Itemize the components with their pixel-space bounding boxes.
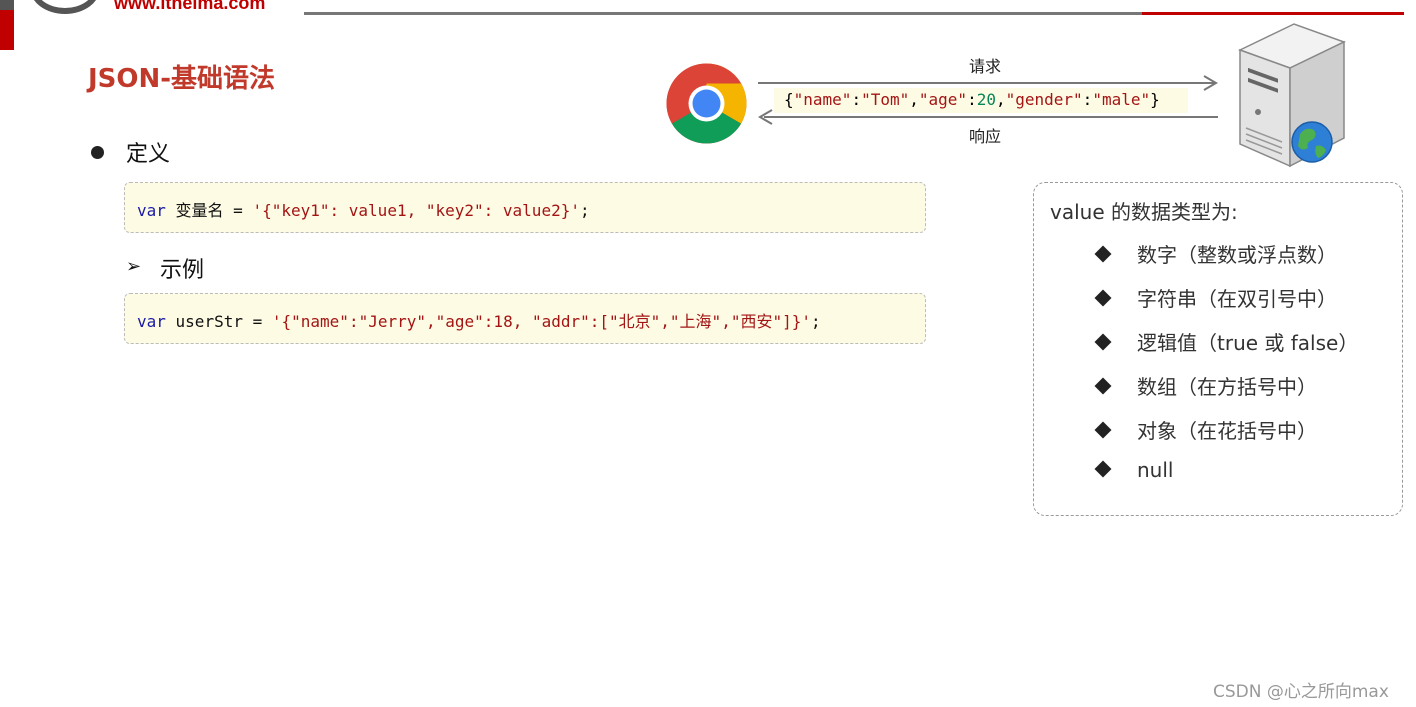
list-item-label: 对象（在花括号中） [1137, 419, 1317, 443]
code-end: ; [579, 201, 590, 220]
response-label: 响应 [969, 127, 1002, 146]
diamond-bullet-icon [1094, 333, 1112, 351]
code-plain: 变量名 = [165, 201, 253, 220]
definition-code: var 变量名 = '{"key1": value1, "key2": valu… [137, 197, 590, 221]
list-item: 逻辑值（true 或 false） [1094, 327, 1359, 356]
code-keyword: var [137, 312, 166, 331]
list-item-label: 字符串（在双引号中） [1137, 287, 1337, 311]
code-end: ; [811, 312, 821, 331]
logo-icon [30, 0, 100, 14]
code-keyword: var [137, 201, 166, 220]
server-icon [1238, 23, 1346, 168]
json-key: "age" [918, 90, 968, 109]
list-item-label: 数字（整数或浮点数） [1137, 243, 1337, 267]
header-dark-bar [0, 0, 14, 10]
list-item: 对象（在花括号中） [1094, 415, 1317, 444]
list-item: 数字（整数或浮点数） [1094, 239, 1337, 268]
code-string: '{"name":"Jerry","age":18, "addr":["北京",… [271, 312, 811, 331]
list-item: null [1094, 458, 1174, 482]
chrome-browser-icon [666, 63, 747, 144]
json-brace: } [1150, 90, 1160, 109]
json-colon: : [1082, 90, 1093, 109]
example-label: 示例 [160, 258, 205, 283]
list-item-label: 数组（在方括号中） [1137, 375, 1317, 399]
json-key: "name" [793, 90, 852, 109]
json-colon: : [851, 90, 862, 109]
code-string: '{"key1": value1, "key2": value2}' [252, 201, 580, 220]
diamond-bullet-icon [1094, 289, 1112, 307]
request-label: 请求 [969, 57, 1002, 76]
header-divider-accent [1142, 12, 1404, 15]
example-code: var userStr = '{"name":"Jerry","age":18,… [137, 308, 821, 332]
json-value: 20 [976, 90, 996, 109]
definition-label: 定义 [126, 142, 171, 167]
code-plain: userStr = [165, 312, 272, 331]
watermark: CSDN @心之所向max [1213, 682, 1389, 702]
diamond-bullet-icon [1094, 245, 1112, 263]
json-value: "male" [1092, 90, 1151, 109]
arrowhead-bullet-icon: ➢ [126, 256, 142, 277]
json-sample: {"name":"Tom","age":20,"gender":"male"} [784, 90, 1160, 109]
diamond-bullet-icon [1094, 421, 1112, 439]
list-item-label: null [1137, 458, 1174, 482]
json-colon: : [967, 90, 977, 109]
list-item: 数组（在方括号中） [1094, 371, 1317, 400]
json-value: "Tom" [861, 90, 910, 109]
json-key: "gender" [1005, 90, 1083, 109]
bullet-dot-icon [91, 146, 104, 159]
json-comma: , [909, 90, 919, 109]
value-types-title: value 的数据类型为: [1050, 200, 1238, 224]
diamond-bullet-icon [1094, 377, 1112, 395]
list-item: 字符串（在双引号中） [1094, 283, 1337, 312]
json-comma: , [995, 90, 1006, 109]
slide-title: JSON-基础语法 [88, 64, 276, 94]
list-item-label: 逻辑值（true 或 false） [1137, 331, 1359, 355]
diamond-bullet-icon [1094, 460, 1112, 478]
logo-url: www.itheima.com [114, 0, 266, 13]
json-brace: { [784, 90, 794, 109]
